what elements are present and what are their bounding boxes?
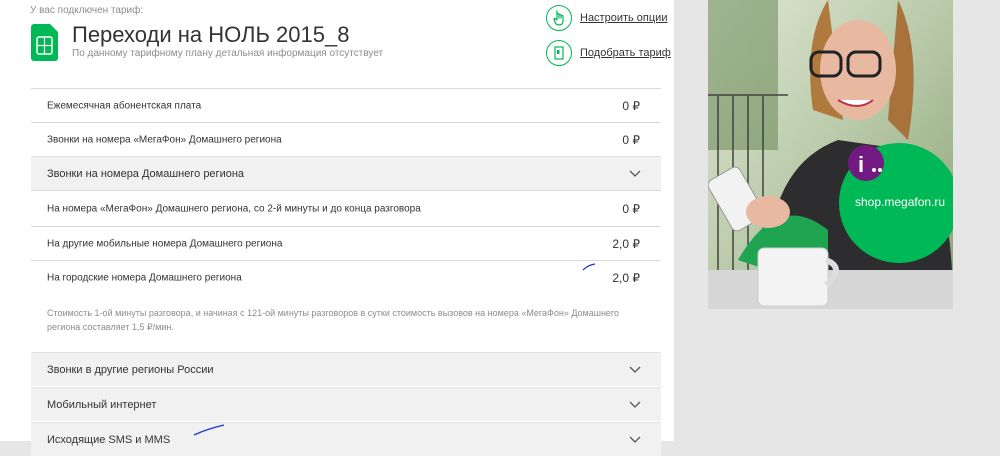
row-label: Ежемесячная абонентская плата bbox=[47, 100, 202, 111]
row-label: На городские номера Домашнего региона bbox=[47, 272, 242, 283]
row-value: 2,0 ₽ bbox=[612, 270, 640, 285]
tariff-panel: У вас подключен тариф: Переходи на НОЛЬ … bbox=[0, 0, 674, 456]
pick-tariff-label: Подобрать тариф bbox=[580, 47, 671, 59]
section-title: Звонки на номера Домашнего региона bbox=[47, 167, 245, 180]
home-calls-section-header[interactable]: Звонки на номера Домашнего региона bbox=[31, 156, 661, 190]
home-landline-calls-row: На городские номера Домашнего региона 2,… bbox=[31, 260, 661, 294]
svg-text:i: i bbox=[858, 152, 864, 177]
chevron-down-icon bbox=[629, 436, 641, 443]
chevron-down-icon bbox=[629, 366, 641, 373]
pen-scribble bbox=[582, 263, 596, 271]
row-value: 0 ₽ bbox=[622, 98, 640, 113]
row-label: На другие мобильные номера Домашнего рег… bbox=[47, 238, 283, 249]
pen-scribble bbox=[193, 424, 225, 436]
megafon-home-calls-row: Звонки на номера «МегаФон» Домашнего рег… bbox=[31, 122, 661, 156]
tariff-description: По данному тарифному плану детальная инф… bbox=[72, 48, 384, 59]
home-other-mobile-calls-row: На другие мобильные номера Домашнего рег… bbox=[31, 226, 661, 260]
configure-options-label: Настроить опции bbox=[580, 12, 668, 24]
ad-photo: i bbox=[708, 0, 953, 309]
configure-options-link[interactable]: Настроить опции bbox=[546, 5, 667, 31]
monthly-fee-row: Ежемесячная абонентская плата 0 ₽ bbox=[31, 88, 661, 122]
chevron-down-icon bbox=[629, 170, 641, 177]
row-value: 0 ₽ bbox=[622, 132, 640, 147]
home-megafon-calls-row: На номера «МегаФон» Домашнего региона, с… bbox=[31, 190, 661, 226]
row-label: На номера «МегаФон» Домашнего региона, с… bbox=[47, 203, 421, 214]
sim-card-icon bbox=[31, 24, 58, 61]
other-regions-section-header[interactable]: Звонки в другие регионы России bbox=[31, 352, 661, 386]
hand-pointer-icon bbox=[546, 5, 572, 31]
row-value: 2,0 ₽ bbox=[612, 236, 640, 251]
home-calls-note: Стоимость 1-ой минуты разговора, и начин… bbox=[47, 308, 620, 332]
section-title: Исходящие SMS и MMS bbox=[47, 433, 171, 446]
ad-site-text: shop.megafon.ru bbox=[855, 195, 946, 209]
row-value: 0 ₽ bbox=[622, 201, 640, 216]
row-label: Звонки на номера «МегаФон» Домашнего рег… bbox=[47, 134, 282, 145]
connected-tariff-caption: У вас подключен тариф: bbox=[30, 5, 144, 16]
sms-mms-section-header[interactable]: Исходящие SMS и MMS bbox=[31, 422, 661, 456]
tariff-doc-icon bbox=[546, 40, 572, 66]
tariff-name: Переходи на НОЛЬ 2015_8 bbox=[72, 22, 350, 47]
shop-ad-banner[interactable]: i shop.megafon.ru bbox=[708, 0, 953, 309]
pick-tariff-link[interactable]: Подобрать тариф bbox=[546, 40, 671, 66]
section-title: Звонки в другие регионы России bbox=[47, 363, 214, 376]
chevron-down-icon bbox=[629, 401, 641, 408]
section-title: Мобильный интернет bbox=[47, 398, 157, 411]
mobile-internet-section-header[interactable]: Мобильный интернет bbox=[31, 387, 661, 421]
